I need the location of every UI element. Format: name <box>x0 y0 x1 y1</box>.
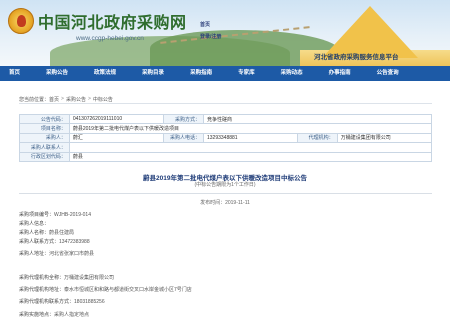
table-row: 采购人： 蔚汇 采购人电话： 13293348881 代理机构： 万桶建设集团有… <box>19 132 433 144</box>
table-row: 采购人联系人： <box>19 142 433 153</box>
nav-item-experts[interactable]: 专家库 <box>225 66 268 81</box>
nav-item-home[interactable]: 首页 <box>0 66 33 81</box>
site-url: www.ccgp-hebei.gov.cn <box>76 35 144 42</box>
home-link[interactable]: 首页 <box>200 21 210 28</box>
nav-item-service[interactable]: 办事指南 <box>316 66 364 81</box>
publish-date: 2019-11-11 <box>225 200 250 206</box>
nav-item-catalog[interactable]: 采购目录 <box>129 66 177 81</box>
nav-item-search[interactable]: 公告查询 <box>364 66 412 81</box>
agency-address-line: 采购代理机构地址：泰水市恒城区和和路与都道街交叉口水岸金城小区7号门店 <box>19 286 192 293</box>
divider <box>19 193 432 194</box>
project-no-line: 采购项目编号：WJHB-2019-014 <box>19 211 91 218</box>
field-value: 采购人指定地点 <box>54 312 90 318</box>
site-slogan: 河北省政府采购服务信息平台 <box>314 54 399 61</box>
table-row: 公告代码： 041307262019111010 采购方式： 竞争性磋商 <box>19 113 432 125</box>
nav-item-guide[interactable]: 采购指南 <box>177 66 225 81</box>
breadcrumb-award-notice[interactable]: 中标公告 <box>93 96 113 103</box>
field-label: 采购项目编号： <box>19 212 55 218</box>
field-value: 18031885256 <box>74 299 105 305</box>
table-row: 项目名称： 蔚县2019年第二批电代煤户表以下供暖改造项目 <box>19 123 433 134</box>
breadcrumb-home[interactable]: 首页 <box>49 96 59 103</box>
field-label: 采购代理机构联系方式： <box>19 299 75 305</box>
announcement-subtitle: (中标公告期限为1个工作日) <box>194 182 256 188</box>
label-cell: 项目名称： <box>19 123 70 134</box>
label-cell: 采购方式： <box>163 113 204 125</box>
value-cell: 13293348881 <box>203 132 298 144</box>
label-cell: 代理机构： <box>296 132 338 144</box>
field-value: 河北省张家口市蔚县 <box>49 251 95 257</box>
table-row: 行政区划代码： 蔚县 <box>19 151 433 162</box>
value-cell: 蔚县2019年第二批电代煤户表以下供暖改造项目 <box>68 123 433 134</box>
site-header: 中国河北政府采购网 www.ccgp-hebei.gov.cn 首页 登录/注册… <box>0 0 450 66</box>
site-logo-icon[interactable] <box>8 8 34 34</box>
field-value: 万桶建设集团有限公司 <box>64 275 115 281</box>
label-cell: 采购人： <box>19 132 70 144</box>
field-value: 蔚县住建局 <box>49 230 75 236</box>
main-nav: 首页 采购公告 政策法规 采购目录 采购指南 专家库 采购动态 办事指南 公告查… <box>0 66 450 81</box>
agency-name-line: 采购代理机构全称：万桶建设集团有限公司 <box>19 274 114 281</box>
breadcrumb-label: 您当前位置： <box>19 96 50 103</box>
login-register-link[interactable]: 登录/注册 <box>200 33 221 40</box>
value-cell: 蔚县 <box>68 151 433 162</box>
notice-info-table: 公告代码： 041307262019111010 采购方式： 竞争性磋商 项目名… <box>19 113 433 162</box>
value-cell: 041307262019111010 <box>68 113 165 125</box>
label-cell: 采购人电话： <box>163 132 204 144</box>
site-title[interactable]: 中国河北政府采购网 <box>38 9 187 33</box>
label-cell: 公告代码： <box>19 113 70 125</box>
breadcrumb-announcements[interactable]: 采购公告 <box>66 96 86 103</box>
field-label: 采购代理机构地址： <box>19 287 65 293</box>
field-label: 采购代理机构全称： <box>19 275 65 281</box>
field-label: 采购人地址： <box>19 251 50 257</box>
buyer-address-line: 采购人地址：河北省张家口市蔚县 <box>19 250 94 257</box>
nav-item-policies[interactable]: 政策法规 <box>81 66 129 81</box>
value-cell <box>68 142 433 153</box>
value-cell: 竞争性磋商 <box>203 113 432 125</box>
label-cell: 采购人联系人： <box>19 142 70 153</box>
implementation-site-line: 采购实施地点：采购人指定地点 <box>19 311 89 318</box>
agency-contact-line: 采购代理机构联系方式：18031885256 <box>19 298 105 305</box>
field-label: 采购实施地点： <box>19 312 55 318</box>
field-label: 采购人联系方式： <box>19 239 60 245</box>
buyer-name-line: 采购人名称：蔚县住建局 <box>19 229 74 236</box>
buyer-contact-line: 采购人联系方式：13472383988 <box>19 238 90 245</box>
nav-item-announcements[interactable]: 采购公告 <box>33 66 81 81</box>
field-value: 泰水市恒城区和和路与都道街交叉口水岸金城小区7号门店 <box>64 287 192 293</box>
breadcrumb-separator: > <box>87 96 91 102</box>
field-value: WJHB-2019-014 <box>54 212 91 218</box>
publish-time: 发布时间：2019-11-11 <box>0 199 450 206</box>
breadcrumb: 您当前位置： 首页 > 采购公告 > 中标公告 <box>19 95 432 104</box>
buyer-info-heading: 采购人信息： <box>19 221 50 227</box>
label-cell: 行政区划代码： <box>19 151 70 162</box>
nav-item-news[interactable]: 采购动态 <box>268 66 316 81</box>
value-cell: 万桶建设集团有限公司 <box>336 132 433 144</box>
field-value: 13472383988 <box>59 239 90 245</box>
field-label: 采购人名称： <box>19 230 50 236</box>
publish-label: 发布时间： <box>200 200 226 206</box>
value-cell: 蔚汇 <box>68 132 165 144</box>
breadcrumb-separator: > <box>61 96 64 102</box>
